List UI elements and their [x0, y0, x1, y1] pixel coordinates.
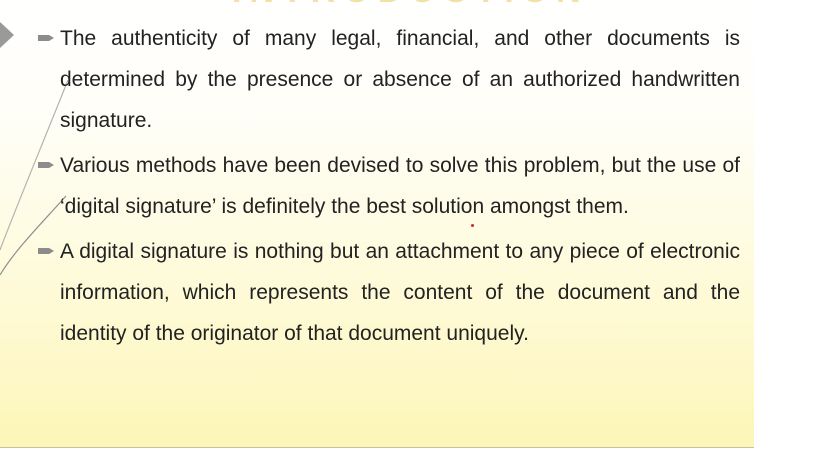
bullet-item-1: The authenticity of many legal, financia…: [38, 18, 740, 141]
pencil-bullet-icon: [38, 35, 54, 41]
right-margin: [754, 0, 819, 460]
pencil-bullet-icon: [38, 248, 54, 254]
slide-nav-arrow-icon[interactable]: [0, 22, 14, 48]
bullet-item-2: Various methods have been devised to sol…: [38, 145, 740, 227]
bullet-item-3: A digital signature is nothing but an at…: [38, 231, 740, 354]
bullet-list: The authenticity of many legal, financia…: [38, 18, 740, 358]
slide-title-fragment: INTRODUCTION: [232, 0, 589, 11]
cursor-dot: [471, 224, 474, 227]
pencil-bullet-icon: [38, 162, 54, 168]
bullet-text: Various methods have been devised to sol…: [60, 154, 740, 218]
bullet-text: The authenticity of many legal, financia…: [60, 27, 740, 132]
bullet-text: A digital signature is nothing but an at…: [60, 240, 740, 345]
slide: INTRODUCTION The authenticity of many le…: [0, 0, 754, 448]
